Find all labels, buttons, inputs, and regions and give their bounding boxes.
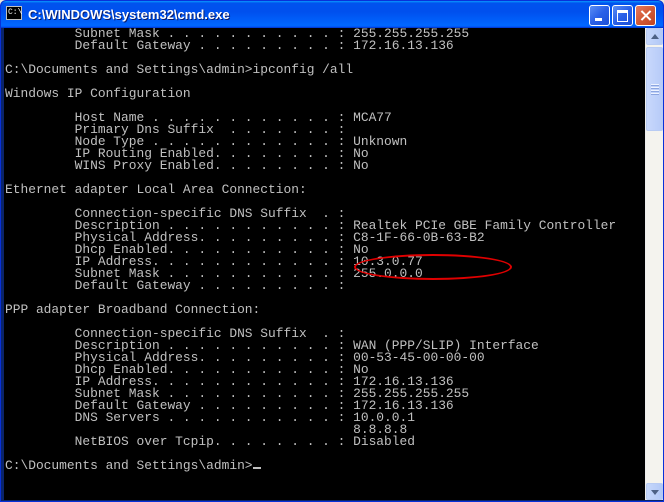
window-title: C:\WINDOWS\system32\cmd.exe [28,7,230,22]
console-line: Default Gateway . . . . . . . . . : [5,278,346,293]
console-line: Default Gateway . . . . . . . . . : 172.… [5,38,454,53]
console-line: NetBIOS over Tcpip. . . . . . . . : Disa… [5,434,415,449]
text-cursor [252,467,261,469]
console-line: WINS Proxy Enabled. . . . . . . . : No [5,158,369,173]
console-line: Ethernet adapter Local Area Connection: [5,182,307,197]
scroll-up-arrow-icon[interactable] [646,28,663,45]
scroll-down-arrow-icon[interactable] [646,483,663,500]
minimize-button[interactable] [589,5,610,26]
thumb-grip-line [651,87,659,88]
thumb-grip-line [651,84,659,85]
thumb-grip-line [651,90,659,91]
cmd-icon[interactable]: C:\ [6,6,22,20]
console-line: C:\Documents and Settings\admin> [5,458,253,473]
red-ellipse-annotation [354,254,512,280]
close-button[interactable] [635,5,656,26]
scrollbar-thumb[interactable] [646,47,663,131]
console-output[interactable]: Subnet Mask . . . . . . . . . . . : 255.… [4,28,645,500]
console-line: C:\Documents and Settings\admin>ipconfig… [5,62,354,77]
console-line: Windows IP Configuration [5,86,191,101]
maximize-button[interactable] [612,5,633,26]
vertical-scrollbar[interactable] [645,28,663,500]
thumb-grip-line [651,93,659,94]
title-bar[interactable]: C:\ C:\WINDOWS\system32\cmd.exe [1,1,663,28]
cmd-window: C:\ C:\WINDOWS\system32\cmd.exe Subnet M… [0,0,664,502]
console-line: PPP adapter Broadband Connection: [5,302,261,317]
console-text: Subnet Mask . . . . . . . . . . . : 255.… [5,28,616,472]
